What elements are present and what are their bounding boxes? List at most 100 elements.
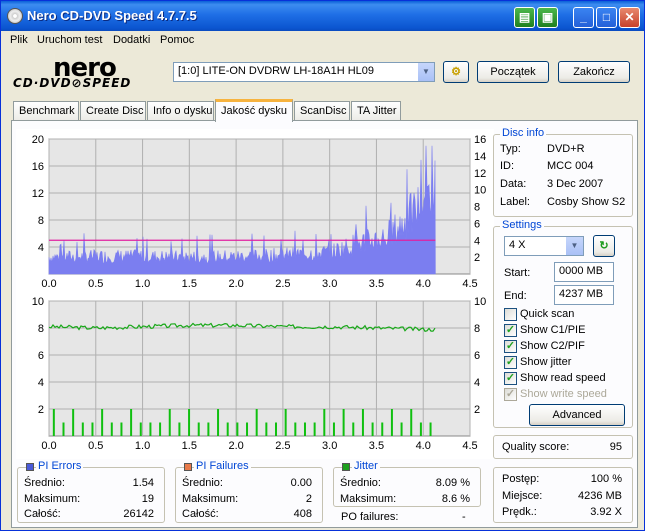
jitter-max-label: Maksimum: [340, 493, 397, 505]
minimize-button[interactable]: _ [573, 7, 594, 28]
eject-button[interactable]: ⚙ [443, 61, 469, 83]
speed-value: 4 X [509, 239, 526, 251]
save-icon[interactable]: ▣ [537, 7, 558, 28]
maximize-button[interactable]: □ [596, 7, 617, 28]
y-tick-label: 8 [38, 215, 44, 227]
y2-tick-label: 6 [474, 350, 480, 362]
y2-tick-label: 12 [474, 168, 486, 180]
checkbox-show-c1-pie[interactable]: ✓ [504, 324, 517, 337]
menu-plik[interactable]: Plik [10, 34, 28, 46]
checkbox-show-read-speed[interactable]: ✓ [504, 372, 517, 385]
start-label: Start: [504, 267, 531, 279]
tab-info-o-dysku[interactable]: Info o dysku [147, 101, 214, 121]
progress-group: Postęp: 100 % Miejsce: 4236 MB Prędk.: 3… [493, 467, 633, 523]
pi-errors-max-label: Maksimum: [24, 493, 81, 505]
x-tick-label: 3.5 [369, 278, 384, 290]
end-label: End: [504, 290, 527, 302]
disc-date-label: Data: [500, 178, 527, 190]
checkbox-show-c2-pif[interactable]: ✓ [504, 340, 517, 353]
y2-tick-label: 2 [474, 252, 480, 264]
nero-logo: nero CD·DVD⊘SPEED [13, 53, 132, 90]
pi-errors-title: PI Errors [36, 460, 84, 472]
y2-tick-label: 10 [474, 296, 486, 308]
checkbox-quick-scan[interactable] [504, 308, 517, 321]
y-tick-label: 16 [32, 161, 44, 173]
position-value: 4236 MB [577, 490, 622, 502]
tab-jakosc-dysku[interactable]: Jakość dysku [215, 99, 293, 122]
y-tick-label: 4 [38, 242, 44, 254]
x-tick-label: 4.5 [462, 440, 477, 452]
y-tick-label: 10 [32, 296, 44, 308]
x-tick-label: 4.0 [416, 440, 431, 452]
pi-errors-avg-value: 1.54 [132, 477, 154, 489]
pi-failures-title: PI Failures [194, 460, 251, 472]
x-tick-label: 4.5 [462, 278, 477, 290]
drive-select[interactable]: [1:0] LITE-ON DVDRW LH-18A1H HL09 ▼ [173, 62, 435, 82]
y2-tick-label: 10 [474, 185, 486, 197]
y2-tick-label: 2 [474, 404, 480, 416]
refresh-button[interactable]: ↻ [593, 235, 615, 257]
pi-errors-total-value: 26142 [123, 508, 154, 520]
x-tick-label: 3.5 [369, 440, 384, 452]
copy-icon[interactable]: ▤ [514, 7, 535, 28]
pi-failures-total-value: 408 [293, 508, 312, 520]
x-tick-label: 2.5 [275, 278, 290, 290]
quality-charts: 0.0 0.5 1.0 1.5 2.0 2.5 3.0 3.5 4.0 4.54812162024… [32, 134, 487, 452]
chevron-down-icon[interactable]: ▼ [417, 63, 434, 81]
charts-area: 0.0 0.5 1.0 1.5 2.0 2.5 3.0 3.5 4.0 4.5 4 8 12 16 20 2 4… [16, 129, 494, 459]
disc-type-label: Typ: [500, 143, 521, 155]
x-tick-label: 0.5 [88, 278, 103, 290]
pi-errors-group: PI Errors Średnio: 1.54 Maksimum: 19 Cał… [17, 460, 165, 523]
pi-failures-max-label: Maksimum: [182, 493, 239, 505]
pi-failures-avg-label: Średnio: [182, 477, 223, 489]
pi-errors-total-label: Całość: [24, 508, 61, 520]
checkbox-label: Show write speed [520, 388, 607, 400]
tab-scandisc[interactable]: ScanDisc [294, 101, 350, 121]
start-input[interactable]: 0000 MB [554, 262, 614, 282]
tab-panel: 0.0 0.5 1.0 1.5 2.0 2.5 3.0 3.5 4.0 4.5 4 8 12 16 20 2 4… [11, 120, 638, 528]
menu-dodatki[interactable]: Dodatki [113, 34, 150, 46]
disc-type-value: DVD+R [547, 143, 585, 155]
pi-failures-max-value: 2 [305, 493, 312, 505]
title-bar[interactable]: Nero CD-DVD Speed 4.7.7.5 ▤ ▣ _ □ ✕ [1, 1, 644, 31]
x-tick-label: 2.0 [228, 440, 243, 452]
tab-benchmark[interactable]: Benchmark [13, 101, 79, 121]
menu-uruchom-test[interactable]: Uruchom test [37, 34, 102, 46]
tab-create-disc[interactable]: Create Disc [80, 101, 146, 121]
tab-ta-jitter[interactable]: TA Jitter [351, 101, 401, 121]
chevron-down-icon[interactable]: ▼ [566, 237, 583, 255]
disc-info-title: Disc info [500, 127, 547, 139]
jitter-max-value: 8.6 % [441, 493, 470, 505]
pi-errors-max-value: 19 [141, 493, 154, 505]
advanced-button[interactable]: Advanced [529, 404, 625, 426]
exit-button[interactable]: Zakończ [558, 61, 630, 83]
checkbox-label: Show C2/PIF [520, 340, 585, 352]
y-tick-label: 20 [32, 134, 44, 146]
progress-label: Postęp: [502, 473, 540, 485]
x-tick-label: 3.0 [322, 440, 337, 452]
start-button[interactable]: Początek [477, 61, 549, 83]
checkbox-label: Show C1/PIE [520, 324, 586, 336]
menu-pomoc[interactable]: Pomoc [160, 34, 194, 46]
checkbox-label: Quick scan [520, 308, 575, 320]
po-failures-label: PO failures: [341, 511, 399, 523]
disc-date-value: 3 Dec 2007 [547, 178, 604, 190]
quality-score-value: 95 [609, 441, 622, 453]
x-tick-label: 0.5 [88, 440, 103, 452]
checkbox-show-write-speed: ✓ [504, 388, 517, 401]
cd-icon [7, 8, 23, 24]
y-tick-label: 4 [38, 377, 44, 389]
y-tick-label: 6 [38, 350, 44, 362]
end-input[interactable]: 4237 MB [554, 285, 614, 305]
checkbox-show-jitter[interactable]: ✓ [504, 356, 517, 369]
x-tick-label: 1.5 [182, 278, 197, 290]
disc-id-label: ID: [500, 160, 515, 172]
x-tick-label: 4.0 [416, 278, 431, 290]
close-button[interactable]: ✕ [619, 7, 640, 28]
pi-errors-legend-swatch [26, 463, 34, 471]
position-label: Miejsce: [502, 490, 543, 502]
speed-select[interactable]: 4 X ▼ [504, 236, 584, 256]
window-title: Nero CD-DVD Speed 4.7.7.5 [27, 8, 197, 23]
jitter-title: Jitter [352, 460, 380, 472]
disc-info-group: Disc info Typ: DVD+R ID: MCC 004 Data: 3… [493, 127, 633, 217]
